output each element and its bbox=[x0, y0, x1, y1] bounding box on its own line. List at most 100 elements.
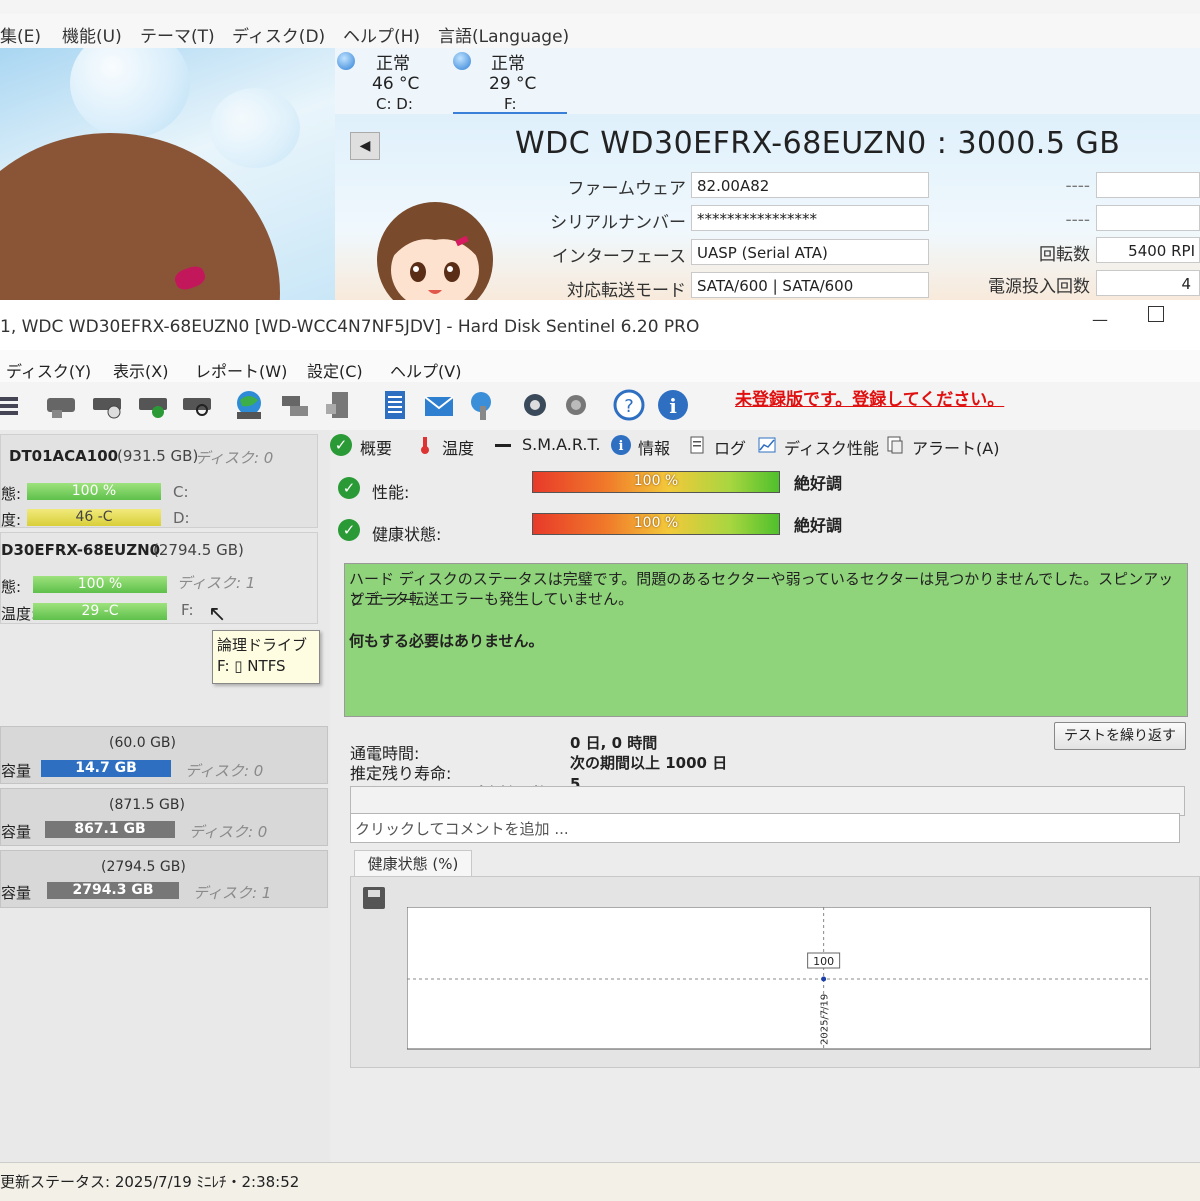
svg-text:i: i bbox=[619, 439, 624, 454]
comment-input[interactable]: クリックしてコメントを追加 ... bbox=[350, 813, 1180, 843]
cdi-menu-language[interactable]: 言語(Language) bbox=[438, 22, 569, 47]
drive-letter: D: bbox=[173, 509, 190, 527]
volume-size: (60.0 GB) bbox=[109, 735, 176, 751]
disk-status-icon[interactable] bbox=[453, 52, 471, 70]
tab-info[interactable]: 情報 bbox=[638, 435, 670, 459]
tab-alerts[interactable]: アラート(A) bbox=[912, 435, 999, 459]
overview-panel: ✓ 概要 温度 S.M.A.R.T. i 情報 ログ ディスク性能 アラート(A… bbox=[330, 430, 1200, 1170]
remaining-life-value: 次の期間以上 1000 日 bbox=[570, 754, 728, 772]
health-meter: 100 % bbox=[532, 513, 780, 535]
transfer-mode-label: 対応転送モード bbox=[567, 281, 686, 301]
disk-index: ディスク: 0 bbox=[195, 449, 274, 467]
disk-schedule-icon[interactable] bbox=[90, 388, 124, 422]
network-disk-icon[interactable] bbox=[278, 388, 312, 422]
tab-log[interactable]: ログ bbox=[714, 435, 746, 459]
cdi-menu-function[interactable]: 機能(U) bbox=[62, 22, 122, 47]
help-icon[interactable]: ? bbox=[612, 388, 646, 422]
disk-search-icon[interactable] bbox=[180, 388, 214, 422]
window-title: 1, WDC WD30EFRX-68EUZN0 [WD-WCC4N7NF5JDV… bbox=[0, 317, 700, 337]
menu-help[interactable]: ヘルプ(V) bbox=[390, 358, 461, 382]
logical-drive-tooltip: 論理ドライブ F: ▯ NTFS bbox=[212, 630, 320, 684]
prev-disk-button[interactable]: ◀ bbox=[350, 132, 380, 160]
menu-settings[interactable]: 設定(C) bbox=[307, 358, 363, 382]
disk1-temp: 46 °C bbox=[372, 74, 420, 94]
hds-menu-bar: ディスク(Y) 表示(X) レポート(W) 設定(C) ヘルプ(V) bbox=[0, 350, 1200, 382]
unregistered-link[interactable]: 未登録版です。登録してください。 bbox=[735, 385, 1004, 410]
overview-tab-icon: ✓ bbox=[330, 434, 352, 456]
status-action-text: 何もする必要はありません。 bbox=[349, 632, 544, 650]
transfer-mode-value: SATA/600 | SATA/600 bbox=[691, 272, 929, 298]
disk2-drives: F: bbox=[504, 95, 517, 113]
cdi-theme-artwork bbox=[0, 48, 335, 310]
cdi-menu-help[interactable]: ヘルプ(H) bbox=[343, 22, 420, 47]
extra-label-2: ---- bbox=[1065, 210, 1090, 230]
cdi-menu-disk[interactable]: ディスク(D) bbox=[232, 22, 325, 47]
drive-letter: F: bbox=[181, 601, 194, 619]
maximize-button[interactable] bbox=[1148, 306, 1164, 322]
update-status-text: 更新ステータス: 2025/7/19 ﾐﾆﾚﾁ・2:38:52 bbox=[0, 1173, 300, 1191]
temp-bar: 29 -C bbox=[33, 603, 167, 620]
temp-label: 温度: bbox=[1, 605, 37, 623]
sound-icon[interactable] bbox=[562, 388, 596, 422]
volume-free-label: 容量 bbox=[1, 884, 32, 902]
volume-card-1[interactable]: (871.5 GB) 容量 867.1 GB ディスク: 0 bbox=[0, 788, 328, 846]
cdi-menu-edit[interactable]: 集(E) bbox=[0, 22, 41, 47]
disk-size: (931.5 GB) bbox=[117, 447, 199, 465]
serial-value: **************** bbox=[691, 205, 929, 231]
tab-bar: ✓ 概要 温度 S.M.A.R.T. i 情報 ログ ディスク性能 アラート(A… bbox=[330, 430, 1200, 462]
volume-card-2[interactable]: (2794.5 GB) 容量 2794.3 GB ディスク: 1 bbox=[0, 850, 328, 908]
volume-free-label: 容量 bbox=[1, 762, 32, 780]
cdi-menu-bar: 集(E) 機能(U) テーマ(T) ディスク(D) ヘルプ(H) 言語(Lang… bbox=[0, 14, 1200, 49]
menu-report[interactable]: レポート(W) bbox=[195, 358, 287, 382]
power-on-time-value: 0 日, 0 時間 bbox=[570, 734, 658, 752]
report-icon[interactable] bbox=[378, 388, 412, 422]
tab-overview[interactable]: 概要 bbox=[360, 435, 392, 459]
firmware-label: ファームウェア bbox=[567, 179, 687, 199]
disk-check-icon[interactable] bbox=[136, 388, 170, 422]
disk-size: (2794.5 GB) bbox=[153, 541, 244, 559]
usb-disk-icon[interactable] bbox=[322, 388, 356, 422]
tab-health-chart[interactable]: 健康状態 (%) bbox=[354, 850, 472, 877]
disk-card-0[interactable]: DT01ACA100 (931.5 GB) ディスク: 0 態: 100 % C… bbox=[0, 434, 318, 529]
save-icon[interactable] bbox=[363, 887, 385, 909]
interface-value: UASP (Serial ATA) bbox=[691, 239, 929, 265]
chart-plot-area bbox=[407, 907, 1151, 1050]
power-count-label: 電源投入回数 bbox=[988, 277, 1090, 297]
tab-disk-performance[interactable]: ディスク性能 bbox=[784, 435, 879, 459]
power-count-value: 4 bbox=[1096, 270, 1200, 296]
tab-temperature[interactable]: 温度 bbox=[442, 435, 474, 459]
disk-status-icon[interactable] bbox=[337, 52, 355, 70]
menu-disk[interactable]: ディスク(Y) bbox=[6, 358, 91, 382]
temp-bar: 46 -C bbox=[27, 509, 161, 526]
chart-point bbox=[821, 976, 827, 982]
repeat-test-button[interactable]: テストを繰り返す bbox=[1054, 722, 1186, 750]
list-view-icon[interactable] bbox=[0, 388, 26, 422]
chibi-character-icon bbox=[377, 202, 493, 310]
info-icon[interactable]: i bbox=[656, 388, 690, 422]
disk-list-panel: DT01ACA100 (931.5 GB) ディスク: 0 態: 100 % C… bbox=[0, 430, 330, 1170]
temp-label: 度: bbox=[1, 511, 22, 529]
cdi-menu-theme[interactable]: テーマ(T) bbox=[140, 22, 215, 47]
tab-smart[interactable]: S.M.A.R.T. bbox=[522, 435, 600, 454]
disk-card-1[interactable]: D30EFRX-68EUZN0 (2794.5 GB) 態: 100 % ディス… bbox=[0, 532, 318, 624]
email-icon[interactable] bbox=[422, 388, 456, 422]
smart-icon bbox=[495, 444, 511, 447]
volume-card-0[interactable]: (60.0 GB) 容量 14.7 GB ディスク: 0 bbox=[0, 726, 328, 784]
menu-view[interactable]: 表示(X) bbox=[113, 358, 168, 382]
extra-value-2 bbox=[1096, 205, 1200, 231]
minimize-button[interactable]: — bbox=[1092, 310, 1108, 329]
hard-disk-sentinel-window: 1, WDC WD30EFRX-68EUZN0 [WD-WCC4N7NF5JDV… bbox=[0, 300, 1200, 1201]
volume-free-bar: 14.7 GB bbox=[41, 760, 171, 777]
disk-icon[interactable] bbox=[44, 388, 78, 422]
globe-disk-icon[interactable] bbox=[232, 388, 266, 422]
volume-size: (2794.5 GB) bbox=[101, 859, 186, 875]
chart-data-label: 100 bbox=[813, 955, 834, 968]
crystaldiskinfo-window: 集(E) 機能(U) テーマ(T) ディスク(D) ヘルプ(H) 言語(Lang… bbox=[0, 0, 1200, 310]
alert-icon bbox=[887, 436, 903, 454]
drive-letter: C: bbox=[173, 483, 189, 501]
mouse-cursor-icon: ↖ bbox=[208, 602, 227, 627]
web-report-icon[interactable] bbox=[466, 388, 500, 422]
status-description-box: ハード ディスクのステータスは完璧です。問題のあるセクターや弱っているセクターは… bbox=[344, 563, 1188, 717]
disk2-temp: 29 °C bbox=[489, 74, 537, 94]
gear-icon[interactable] bbox=[518, 388, 552, 422]
